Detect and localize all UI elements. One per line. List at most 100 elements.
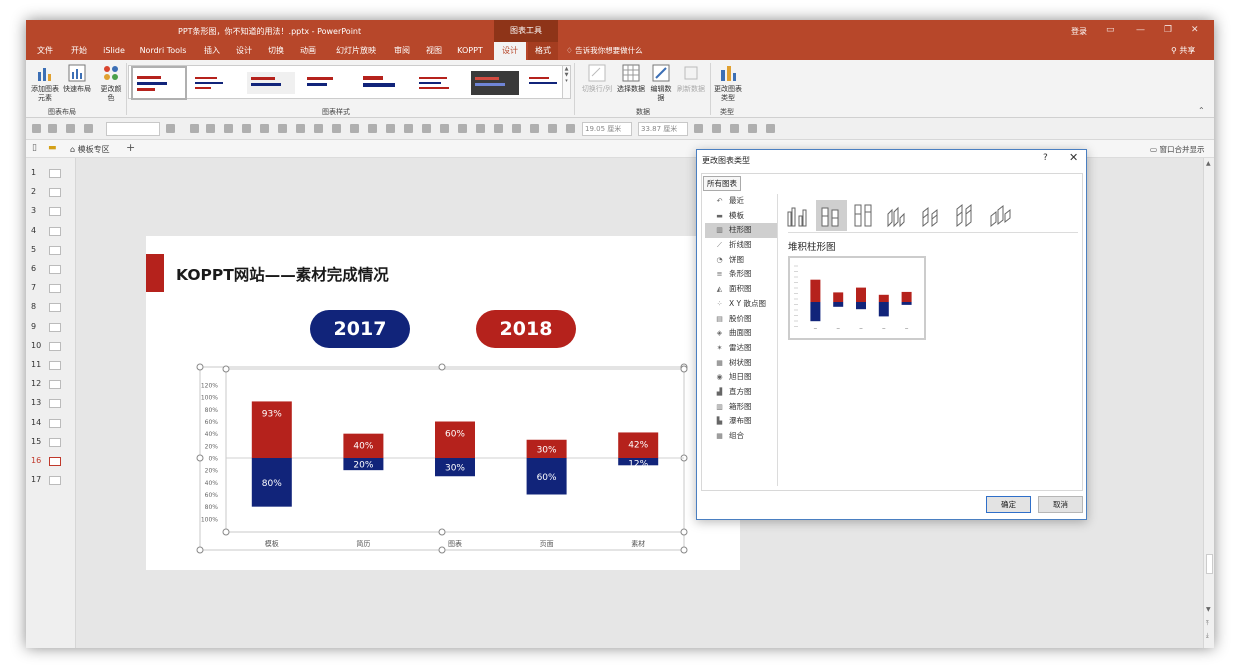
chart-category-item[interactable]: ↶ 最近 [705, 194, 777, 209]
tab-chart-design[interactable]: 设计 [494, 42, 526, 60]
tool-icon[interactable] [404, 124, 413, 133]
scroll-up-icon[interactable]: ▲ [1206, 160, 1211, 167]
selection-handle[interactable] [196, 546, 204, 554]
slide-thumbnail[interactable]: 7 [31, 283, 71, 294]
close-icon[interactable]: ✕ [1191, 25, 1199, 35]
subtype-3d-stacked-column[interactable] [918, 200, 949, 231]
selection-handle[interactable] [222, 528, 230, 536]
tab-transitions[interactable]: 切换 [262, 42, 290, 60]
tool-icon[interactable] [422, 124, 431, 133]
tool-icon[interactable] [766, 124, 775, 133]
chart-styles-gallery[interactable] [128, 65, 568, 100]
tab-insert[interactable]: 插入 [198, 42, 226, 60]
selection-handle[interactable] [196, 363, 204, 371]
slide-thumbnail[interactable]: 6 [31, 264, 71, 274]
chart-style-7[interactable] [469, 68, 521, 98]
chart-category-item[interactable]: ▥ 柱形图 [705, 223, 777, 239]
scroll-down-icon[interactable]: ▼ [1206, 606, 1211, 613]
vertical-scrollbar[interactable]: ▲ ▼ ⤒ ⤓ [1203, 158, 1214, 648]
chart-category-item[interactable]: ▤ 股价图 [705, 312, 777, 327]
tool-icon[interactable] [368, 124, 377, 133]
change-chart-type-button[interactable]: 更改图表类型 [712, 64, 744, 103]
selection-handle[interactable] [680, 528, 688, 536]
tab-review[interactable]: 审阅 [388, 42, 416, 60]
selection-handle[interactable] [680, 365, 688, 373]
chart-category-item[interactable]: ≡ 条形图 [705, 267, 777, 282]
chart-category-item[interactable]: ⟋ 折线图 [705, 238, 777, 253]
shape-height-box[interactable]: 33.87 厘米 [638, 122, 688, 136]
chart-category-item[interactable]: ▦ 树状图 [705, 356, 777, 371]
selection-handle[interactable] [680, 546, 688, 554]
tool-icon[interactable] [242, 124, 251, 133]
previous-slide-icon[interactable]: ⤒ [1206, 620, 1209, 628]
tool-icon[interactable] [350, 124, 359, 133]
tool-icon[interactable] [260, 124, 269, 133]
tab-slideshow[interactable]: 幻灯片放映 [328, 42, 384, 60]
selection-handle[interactable] [196, 454, 204, 462]
chart-style-2[interactable] [189, 68, 241, 98]
ok-button[interactable]: 确定 [986, 496, 1031, 513]
chart-category-item[interactable]: ◉ 旭日图 [705, 370, 777, 385]
tool-icon[interactable] [332, 124, 341, 133]
chart-style-4[interactable] [301, 68, 353, 98]
selection-handle[interactable] [222, 365, 230, 373]
tab-nordri-tools[interactable]: Nordri Tools [134, 42, 192, 60]
tool-icon[interactable] [278, 124, 287, 133]
refresh-data-button[interactable]: 刷新数据 [676, 64, 706, 94]
font-name-box[interactable] [106, 122, 160, 136]
subtype-stacked-column[interactable] [816, 200, 847, 231]
subtype-3d-column[interactable] [986, 200, 1017, 231]
slide-thumbnail[interactable]: 14 [31, 418, 71, 428]
tool-icon[interactable] [566, 124, 575, 133]
tool-icon[interactable] [166, 124, 175, 133]
chart-category-item[interactable]: ▬ 模板 [705, 209, 777, 224]
edit-data-button[interactable]: 编辑数据 [648, 64, 674, 103]
subtype-3d-100-stacked-column[interactable] [952, 200, 983, 231]
slide-thumbnail[interactable]: 3 [31, 206, 71, 217]
tool-icon[interactable] [476, 124, 485, 133]
template-zone-tab[interactable]: ⌂ 模板专区 [70, 144, 110, 155]
gallery-scroll[interactable]: ▲ ▼ ▾ [562, 65, 571, 99]
tool-icon[interactable] [206, 124, 215, 133]
slide-thumbnail[interactable]: 17 [31, 475, 71, 486]
tab-home[interactable]: 开始 [64, 42, 94, 60]
chart-preview[interactable] [788, 256, 926, 340]
slide-thumbnail[interactable]: 13 [31, 398, 71, 409]
slide-thumbnail[interactable]: 2 [31, 187, 71, 198]
cancel-button[interactable]: 取消 [1038, 496, 1083, 513]
selection-handle[interactable] [438, 546, 446, 554]
chart-category-item[interactable]: ✶ 雷达图 [705, 341, 777, 356]
tool-icon[interactable] [458, 124, 467, 133]
add-chart-element-button[interactable]: 添加图表元素 [28, 64, 62, 103]
slide-thumbnail[interactable]: 9 [31, 322, 71, 332]
add-tab-button[interactable]: + [126, 141, 135, 154]
tab-chart-format[interactable]: 格式 [528, 42, 558, 60]
switch-row-column-button[interactable]: 切换行/列 [580, 64, 614, 94]
slide-thumbnail[interactable]: 16 [31, 456, 71, 466]
slide-thumbnail[interactable]: 4 [31, 226, 71, 236]
merge-windows-button[interactable]: ▭ 窗口合并显示 [1150, 144, 1204, 155]
tab-all-charts[interactable]: 所有图表 [703, 176, 741, 191]
help-button[interactable]: ? [1043, 153, 1048, 163]
tool-icon[interactable] [512, 124, 521, 133]
tool-icon[interactable] [440, 124, 449, 133]
tab-islide[interactable]: iSlide [98, 42, 130, 60]
chart-category-item[interactable]: ▟ 直方图 [705, 385, 777, 400]
minimize-icon[interactable]: — [1136, 25, 1145, 35]
tool-icon[interactable] [548, 124, 557, 133]
quick-layout-button[interactable]: 快速布局 [62, 64, 92, 94]
folder-icon[interactable]: ▬ [48, 143, 57, 153]
tab-animations[interactable]: 动画 [294, 42, 322, 60]
selection-handle[interactable] [438, 363, 446, 371]
tab-koppt[interactable]: KOPPT [452, 42, 488, 60]
bar-upper[interactable] [435, 421, 475, 459]
tool-icon[interactable] [712, 124, 721, 133]
stacked-bar-chart[interactable]: 120% 100% 80% 60% 40% 20% 0% 20% 40% 60% 80% 100% 93… [146, 236, 740, 570]
tool-icon[interactable] [314, 124, 323, 133]
tab-file[interactable]: 文件 [30, 42, 60, 60]
chart-category-item[interactable]: ▥ 箱形图 [705, 400, 777, 415]
chart-category-item[interactable]: ◈ 曲面图 [705, 326, 777, 341]
tool-icon[interactable] [530, 124, 539, 133]
tool-icon[interactable] [748, 124, 757, 133]
tool-icon[interactable] [386, 124, 395, 133]
